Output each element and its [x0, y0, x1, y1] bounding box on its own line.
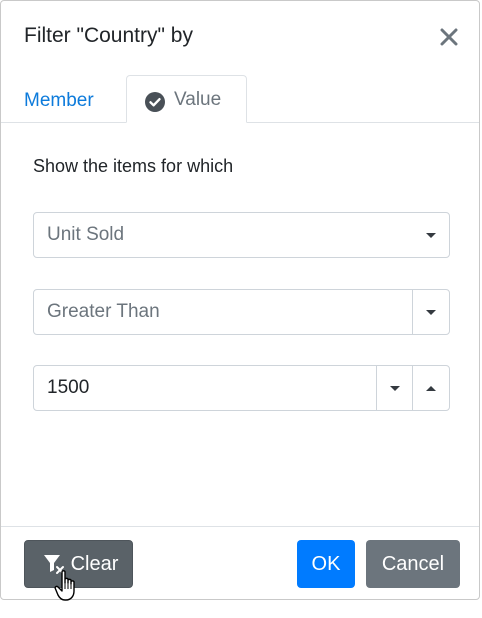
caret-up-icon	[426, 385, 436, 391]
tab-value[interactable]: Value	[126, 75, 247, 123]
tab-member[interactable]: Member	[24, 75, 94, 122]
filter-tabs: Member Value	[1, 75, 479, 123]
condition-select[interactable]: Greater Than	[33, 289, 450, 335]
filter-dialog: Filter "Country" by Member Value Show th…	[0, 0, 480, 600]
value-filter-panel: Show the items for which Unit Sold Great…	[1, 123, 479, 526]
value-input[interactable]: 1500	[33, 365, 450, 411]
decrement-button[interactable]	[376, 366, 413, 410]
cancel-button-label: Cancel	[381, 552, 445, 575]
value-input-text[interactable]: 1500	[47, 366, 89, 410]
tab-value-label: Value	[174, 89, 222, 110]
filter-clear-icon	[43, 555, 64, 574]
clear-button[interactable]: Clear	[24, 540, 133, 588]
ok-button-label: OK	[311, 552, 341, 575]
check-circle-icon	[145, 91, 165, 112]
instruction-text: Show the items for which	[33, 156, 234, 176]
condition-select-toggle[interactable]	[412, 290, 449, 334]
dialog-title: Filter "Country" by	[24, 24, 193, 47]
caret-down-icon	[390, 385, 400, 391]
close-button[interactable]	[435, 23, 463, 51]
chevron-down-icon	[426, 232, 436, 238]
measure-select[interactable]: Unit Sold	[33, 212, 450, 258]
measure-select-toggle[interactable]	[413, 213, 449, 257]
increment-button[interactable]	[412, 366, 449, 410]
chevron-down-icon	[426, 309, 436, 315]
close-icon	[440, 28, 458, 46]
measure-select-value: Unit Sold	[47, 224, 125, 245]
tab-member-label: Member	[24, 89, 94, 111]
cancel-button[interactable]: Cancel	[366, 540, 460, 588]
clear-button-label: Clear	[70, 552, 119, 575]
dialog-footer: Clear OK Cancel	[1, 526, 479, 599]
dialog-header: Filter "Country" by	[1, 1, 479, 75]
ok-button[interactable]: OK	[297, 540, 355, 588]
condition-select-value: Greater Than	[47, 301, 160, 322]
